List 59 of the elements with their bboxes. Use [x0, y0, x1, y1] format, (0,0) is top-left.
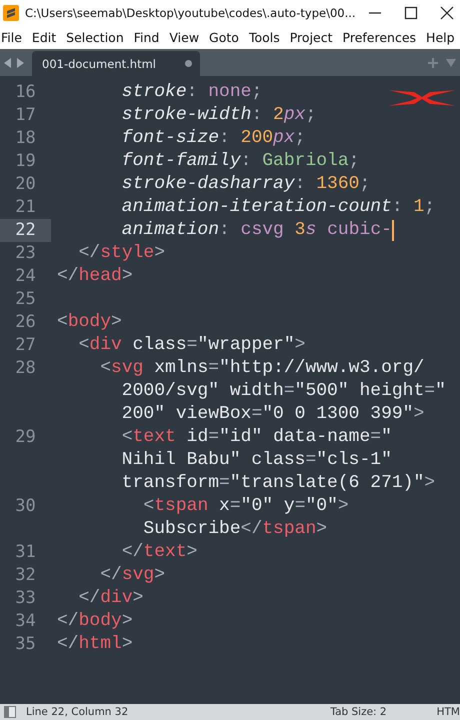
line-number: 22: [15, 219, 36, 242]
code-line: stroke-dasharray: 1360;: [120, 173, 370, 196]
line-number: 21: [15, 196, 36, 219]
line-number: 29: [15, 426, 36, 449]
code-line: Subscribe</tspan>: [142, 518, 328, 541]
cursor-position: Line 22, Column 32: [26, 706, 128, 718]
line-number: 26: [15, 311, 36, 334]
file-tab[interactable]: 001-document.html: [32, 51, 200, 76]
line-number: 17: [15, 104, 36, 127]
code-line: <text id="id" data-name=": [120, 426, 392, 449]
menu-item[interactable]: Tools: [248, 30, 280, 44]
line-number: 27: [15, 334, 36, 357]
menu-item[interactable]: Project: [290, 30, 333, 44]
line-number: 31: [15, 541, 36, 564]
code-line: Nihil Babu" class="cls-1": [120, 449, 392, 472]
code-line: </svg>: [99, 564, 166, 587]
line-number: 30: [15, 495, 36, 518]
window-title: C:\Users\seemab\Desktop\youtube\codes\.auto-type\00...: [25, 6, 356, 20]
menu-item[interactable]: Preferences: [342, 30, 416, 44]
line-number: 32: [15, 564, 36, 587]
code-line: 200" viewBox="0 0 1300 399">: [120, 403, 424, 426]
menu-item[interactable]: Selection: [66, 30, 124, 44]
code-line: <svg xmlns="http://www.w3.org/: [99, 357, 424, 380]
code-line: <body>: [57, 311, 122, 334]
code-line: </text>: [120, 541, 198, 564]
code-line: stroke: none;: [120, 81, 262, 104]
menu-item[interactable]: File: [1, 30, 22, 44]
code-line: animation: csvg 3s cubic-: [120, 219, 392, 242]
menu-item[interactable]: View: [169, 30, 200, 44]
code-line: </head>: [57, 265, 133, 288]
line-number: 34: [15, 610, 36, 633]
menu-item[interactable]: Edit: [32, 30, 56, 44]
code-line: font-size: 200px;: [120, 127, 306, 150]
menu-item[interactable]: Help: [426, 30, 455, 44]
code-line: <tspan x="0" y="0">: [142, 495, 349, 518]
syntax-label[interactable]: HTM: [436, 706, 460, 718]
line-number: 28: [15, 357, 36, 380]
code-line: font-family: Gabriola;: [120, 150, 360, 173]
tab-size-label[interactable]: Tab Size: 2: [330, 706, 387, 718]
line-number: 35: [15, 633, 36, 656]
line-number: 24: [15, 265, 36, 288]
line-number: 20: [15, 173, 36, 196]
line-number: 19: [15, 150, 36, 173]
line-number: 25: [15, 288, 36, 311]
code-line: </body>: [57, 610, 133, 633]
line-number: 18: [15, 127, 36, 150]
code-line: </style>: [78, 242, 166, 265]
code-line: </div>: [78, 587, 144, 610]
line-number: 33: [15, 587, 36, 610]
line-number: 23: [15, 242, 36, 265]
code-line: 2000/svg" width="500" height=": [120, 380, 446, 403]
line-number: 16: [15, 81, 36, 104]
code-line: stroke-width: 2px;: [120, 104, 316, 127]
menu-item[interactable]: Find: [134, 30, 160, 44]
code-line: </html>: [57, 633, 133, 656]
code-line: animation-iteration-count: 1;: [120, 196, 436, 219]
code-line: <div class="wrapper">: [78, 334, 306, 357]
code-line: transform="translate(6 271)">: [120, 472, 436, 495]
menu-item[interactable]: Goto: [209, 30, 239, 44]
